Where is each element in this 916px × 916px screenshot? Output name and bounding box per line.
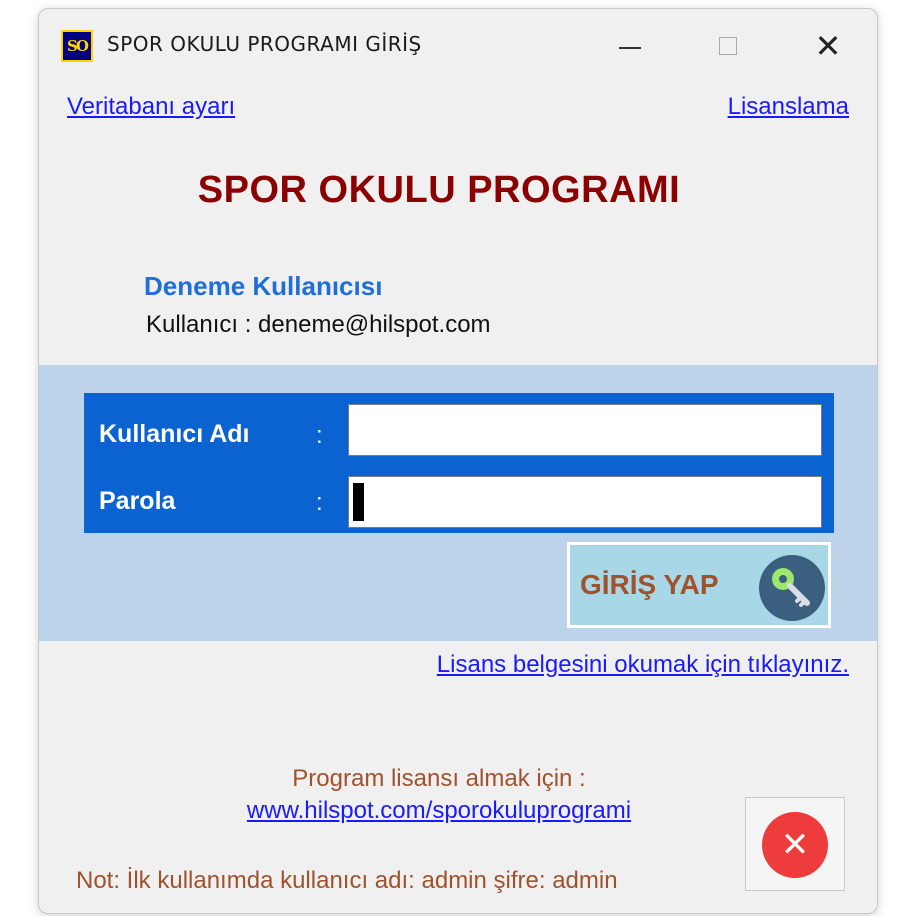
login-button-label: GİRİŞ YAP [580,569,719,600]
minimize-button[interactable] [607,21,657,71]
user-display-name: Deneme Kullanıcısı [144,271,383,301]
app-logo-icon: SO [61,30,93,62]
database-settings-link[interactable]: Veritabanı ayarı [67,93,235,121]
license-prompt: Program lisansı almak için : [292,765,586,792]
login-button[interactable]: GİRİŞ YAP [567,542,831,628]
key-icon [759,555,825,621]
read-license-link[interactable]: Lisans belgesini okumak için tıklayınız. [437,651,849,679]
close-button[interactable]: ✕ [803,21,853,71]
licensing-link[interactable]: Lisanslama [728,93,849,121]
website-link[interactable]: www.hilspot.com/sporokuluprogrami [247,797,631,824]
default-credentials-note: Not: İlk kullanımda kullanıcı adı: admin… [76,867,618,894]
login-form: Kullanıcı Adı : Parola : [84,393,834,533]
password-label: Parola [99,487,176,515]
login-panel: Kullanıcı Adı : Parola : GİRİŞ YAP [39,365,877,641]
password-input[interactable] [348,476,822,528]
user-account-line: Kullanıcı : deneme@hilspot.com [146,311,491,338]
username-label: Kullanıcı Adı [99,420,250,448]
password-separator: : [316,489,323,516]
title-bar[interactable]: SO SPOR OKULU PROGRAMI GİRİŞ ✕ [39,9,877,79]
exit-button[interactable]: ✕ [745,797,845,891]
login-window: SO SPOR OKULU PROGRAMI GİRİŞ ✕ Veritaban… [38,8,878,914]
window-title: SPOR OKULU PROGRAMI GİRİŞ [107,32,422,56]
app-title: SPOR OKULU PROGRAMI [197,169,681,211]
username-separator: : [316,422,323,449]
username-input[interactable] [348,404,822,456]
close-circle-icon: ✕ [762,812,828,878]
website-link-row: www.hilspot.com/sporokuluprogrami [39,797,839,825]
maximize-button[interactable] [707,21,757,71]
